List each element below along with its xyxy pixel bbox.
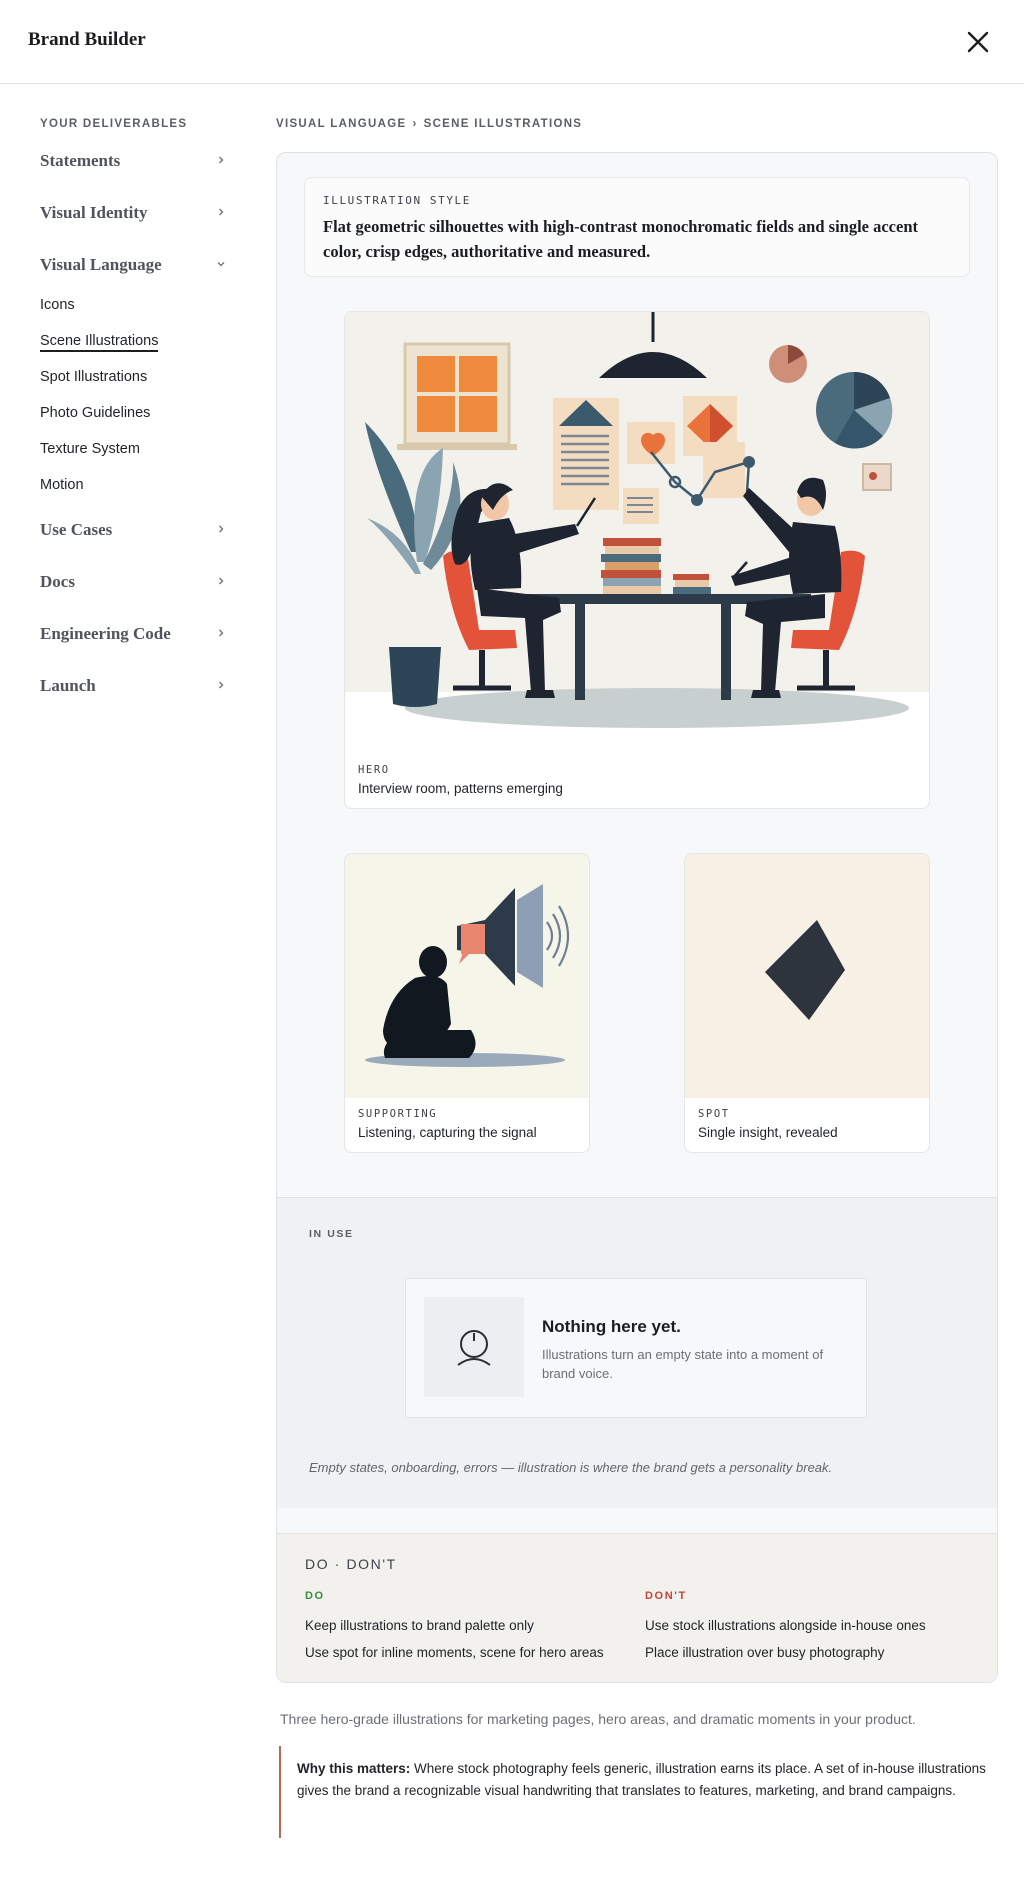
sidebar-section-label: Visual Language	[40, 255, 162, 274]
close-button[interactable]	[962, 26, 994, 58]
do-dont-title: DO · DON'T	[305, 1556, 397, 1572]
breadcrumb: VISUAL LANGUAGE › SCENE ILLUSTRATIONS	[276, 118, 582, 130]
empty-state-title: Nothing here yet.	[542, 1317, 681, 1336]
supporting-kicker: SUPPORTING	[358, 1108, 438, 1120]
person-head-icon	[457, 1330, 491, 1366]
illustration-style-card: ILLUSTRATION STYLE Flat geometric silhou…	[304, 177, 970, 277]
sidebar-section-visual-identity[interactable]: Visual Identity	[40, 199, 230, 229]
sidebar-item-scene-illustrations[interactable]: Scene Illustrations	[40, 333, 159, 352]
callout-body: Why this matters: Where stock photograph…	[297, 1758, 997, 1801]
empty-state-illustration	[424, 1297, 524, 1397]
chevron-right-icon	[219, 156, 224, 164]
chevron-right-icon	[219, 525, 224, 533]
chevron-down-icon	[217, 262, 225, 267]
why-this-matters-callout: Why this matters: Where stock photograph…	[279, 1746, 1001, 1838]
spot-illustration-card[interactable]: SPOT Single insight, revealed	[684, 853, 930, 1153]
sidebar-section-label: Launch	[40, 676, 96, 695]
sidebar-section-engineering-code[interactable]: Engineering Code	[40, 620, 230, 650]
dont-item: Place illustration over busy photography	[645, 1645, 885, 1660]
scene-illustrations-panel: ILLUSTRATION STYLE Flat geometric silhou…	[276, 152, 998, 1683]
dont-column: DON'T Use stock illustrations alongside …	[645, 1590, 926, 1666]
supporting-illustration-card[interactable]: SUPPORTING Listening, capturing the sign…	[344, 853, 590, 1153]
illustration-style-kicker: ILLUSTRATION STYLE	[323, 194, 472, 207]
sidebar-section-launch[interactable]: Launch	[40, 672, 230, 702]
hero-illustration	[345, 312, 929, 752]
supporting-caption: Listening, capturing the signal	[358, 1125, 537, 1140]
breadcrumb-parent[interactable]: VISUAL LANGUAGE	[276, 118, 406, 130]
in-use-kicker: IN USE	[309, 1228, 354, 1240]
do-item: Use spot for inline moments, scene for h…	[305, 1645, 604, 1660]
sidebar-section-use-cases[interactable]: Use Cases	[40, 516, 230, 546]
sidebar-section-visual-language[interactable]: Visual Language	[40, 251, 230, 281]
sidebar-item-photo-guidelines[interactable]: Photo Guidelines	[40, 405, 150, 421]
chevron-right-icon	[219, 629, 224, 637]
sidebar-section-label: Engineering Code	[40, 624, 171, 643]
spot-caption: Single insight, revealed	[698, 1125, 838, 1140]
do-column: DO Keep illustrations to brand palette o…	[305, 1590, 604, 1666]
do-label: DO	[305, 1590, 325, 1602]
do-item: Keep illustrations to brand palette only	[305, 1618, 534, 1633]
empty-state-card: Nothing here yet. Illustrations turn an …	[405, 1278, 867, 1418]
sidebar-section-label: Visual Identity	[40, 203, 148, 222]
sidebar-item-motion[interactable]: Motion	[40, 477, 84, 493]
chevron-right-icon	[219, 208, 224, 216]
hero-illustration-card[interactable]: HERO Interview room, patterns emerging	[344, 311, 930, 809]
close-icon[interactable]	[962, 26, 994, 58]
empty-state-subtitle: Illustrations turn an empty state into a…	[542, 1347, 824, 1381]
breadcrumb-separator: ›	[412, 118, 418, 130]
breadcrumb-current: SCENE ILLUSTRATIONS	[423, 118, 583, 130]
hero-kicker: HERO	[358, 764, 390, 776]
sidebar-section-statements[interactable]: Statements	[40, 147, 230, 177]
sidebar-item-texture-system[interactable]: Texture System	[40, 441, 140, 457]
do-dont-section: DO · DON'T DO Keep illustrations to bran…	[277, 1533, 997, 1682]
sidebar-section-docs[interactable]: Docs	[40, 568, 230, 598]
sidebar-section-label: Docs	[40, 572, 75, 591]
sidebar-item-icons[interactable]: Icons	[40, 297, 75, 313]
in-use-note: Empty states, onboarding, errors — illus…	[309, 1460, 833, 1475]
spot-kicker: SPOT	[698, 1108, 730, 1120]
dont-item: Use stock illustrations alongside in-hou…	[645, 1618, 926, 1633]
sidebar-item-spot-illustrations[interactable]: Spot Illustrations	[40, 369, 147, 385]
illustration-style-description: Flat geometric silhouettes with high-con…	[323, 217, 918, 261]
sidebar-section-label: Statements	[40, 151, 121, 170]
callout-label: Why this matters:	[297, 1761, 411, 1776]
sidebar-section-label: Use Cases	[40, 520, 113, 539]
chevron-right-icon	[219, 577, 224, 585]
section-intro: Three hero-grade illustrations for marke…	[280, 1711, 916, 1727]
dont-label: DON'T	[645, 1590, 687, 1602]
sidebar-heading: YOUR DELIVERABLES	[40, 118, 188, 130]
hero-caption: Interview room, patterns emerging	[358, 781, 563, 796]
chevron-right-icon	[219, 681, 224, 689]
in-use-section: IN USE Nothing here yet. Illustrations t…	[277, 1197, 997, 1508]
supporting-illustration	[345, 854, 589, 1098]
app-title: Brand Builder	[28, 29, 146, 50]
top-bar: Brand Builder	[0, 0, 1024, 84]
spot-illustration	[685, 854, 929, 1098]
